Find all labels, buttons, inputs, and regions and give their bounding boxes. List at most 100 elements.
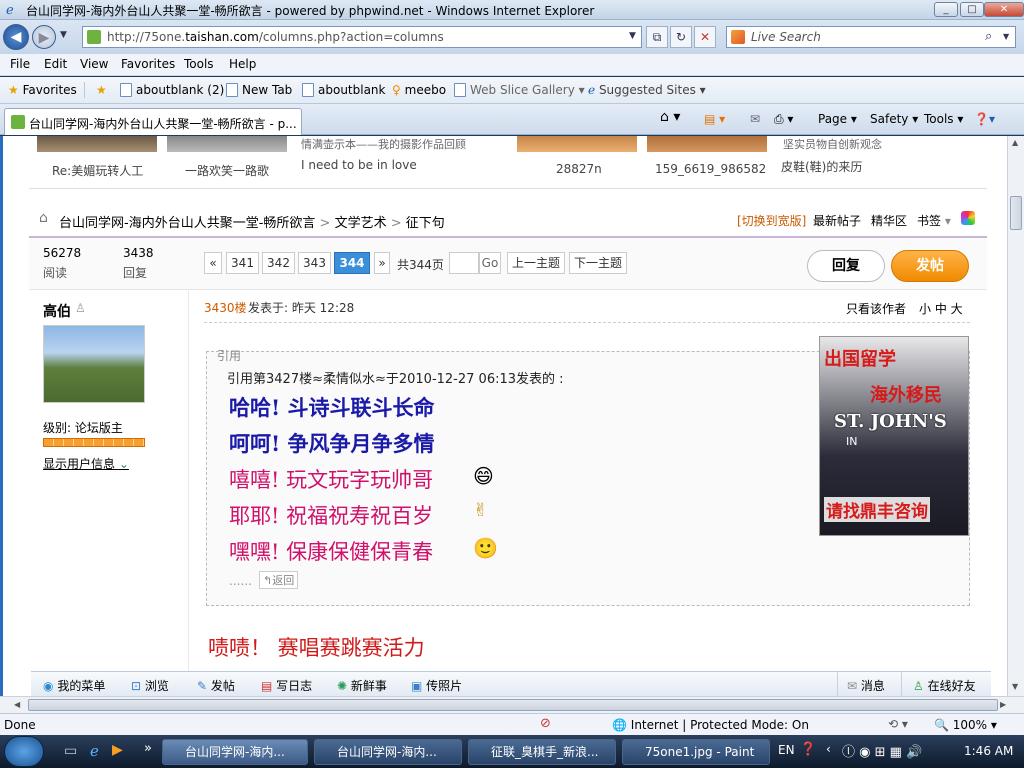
thumb-caption[interactable]: Re:美媚玩转人工 [52, 162, 143, 179]
breadcrumb-topic[interactable]: 征下句 [406, 216, 445, 231]
tools-menu[interactable]: Tools ▾ [924, 112, 963, 126]
tray-arrow-icon[interactable]: ‹ [826, 742, 831, 756]
fav-suggested-sites[interactable]: ℯ Suggested Sites ▾ [588, 83, 706, 97]
reply-button[interactable]: 回复 [807, 250, 885, 282]
new-post-button[interactable]: 发帖 [891, 250, 969, 282]
search-box[interactable]: Live Search ⌕ ▼ [726, 26, 1016, 48]
menu-favorites[interactable]: Favorites [121, 57, 175, 71]
taskbar-item[interactable]: 台山同学网-海内... [162, 739, 308, 765]
start-button[interactable] [4, 736, 44, 767]
left-edge-tab[interactable] [0, 136, 3, 696]
address-url[interactable]: http://75one.taishan.com/columns.php?act… [107, 30, 444, 44]
username[interactable]: 高伯 [43, 301, 71, 321]
write-log-button[interactable]: ▤ 写日志 [261, 677, 312, 694]
media-player-icon[interactable]: ▶ [112, 742, 123, 758]
ie-quicklaunch-icon[interactable]: ℯ [90, 742, 99, 760]
page-link[interactable]: 342 [262, 252, 295, 274]
back-button[interactable]: ◀ [3, 24, 29, 50]
page-current[interactable]: 344 [334, 252, 370, 274]
thumb-caption[interactable]: 28827n [556, 162, 602, 176]
search-icon[interactable]: ⌕ [985, 29, 992, 44]
thumb-caption[interactable]: 159_6619_986582 [655, 162, 766, 176]
page-jump-input[interactable] [449, 252, 479, 274]
switch-wide-link[interactable]: [切换到宽版] [737, 212, 806, 229]
home-icon[interactable]: ⌂ [39, 210, 48, 226]
avatar[interactable] [43, 325, 145, 403]
scroll-thumb[interactable] [28, 699, 998, 711]
compatibility-view-button[interactable]: ⧉ [646, 26, 668, 48]
show-user-info-link[interactable]: 显示用户信息 ⌄ [43, 455, 129, 472]
ad-banner[interactable]: 出国留学 海外移民 ST. JOHN'S IN 请找鼎丰咨询 [819, 336, 969, 536]
forward-button[interactable]: ▶ [32, 25, 56, 49]
read-mail-icon[interactable]: ✉ [750, 112, 760, 126]
help-icon[interactable]: ❓▾ [974, 112, 995, 126]
menu-file[interactable]: File [10, 57, 30, 71]
latest-posts-link[interactable]: 最新帖子 [813, 212, 861, 229]
fav-link-new-tab[interactable]: New Tab [226, 83, 292, 97]
next-topic-button[interactable]: 下一主题 [569, 252, 627, 274]
upload-photo-button[interactable]: ▣ 传照片 [411, 677, 462, 694]
taskbar-item[interactable]: 75one1.jpg - Paint [622, 739, 770, 765]
page-link[interactable]: 341 [226, 252, 259, 274]
author-only-link[interactable]: 只看该作者 [846, 300, 906, 317]
online-friends-button[interactable]: ♙ 在线好友 [913, 677, 976, 694]
thumb-image[interactable] [37, 136, 157, 152]
menu-edit[interactable]: Edit [44, 57, 67, 71]
refresh-button[interactable]: ↻ [670, 26, 692, 48]
browse-button[interactable]: ⊡ 浏览 [131, 677, 169, 694]
thumb-caption[interactable]: 皮鞋(鞋)的来历 [781, 158, 862, 175]
show-desktop-icon[interactable]: ▭ [64, 743, 77, 759]
breadcrumb-section[interactable]: 文学艺术 [335, 216, 387, 231]
menu-tools[interactable]: Tools [184, 57, 214, 71]
page-next-button[interactable]: » [374, 252, 390, 274]
taskbar-item[interactable]: 征联_臭棋手_新浪... [468, 739, 616, 765]
horizontal-scrollbar[interactable]: ◀ ▶ [0, 696, 1024, 713]
menu-view[interactable]: View [80, 57, 108, 71]
breadcrumb-home[interactable]: 台山同学网-海内外台山人共聚一堂-畅所欲言 [59, 216, 315, 231]
language-indicator[interactable]: EN [778, 743, 795, 757]
digest-link[interactable]: 精华区 [871, 212, 907, 229]
favorites-button[interactable]: ★ Favorites [8, 83, 77, 97]
address-bar[interactable]: http://75one.taishan.com/columns.php?act… [82, 26, 642, 48]
my-menu-button[interactable]: ◉ 我的菜单 [43, 677, 105, 694]
security-zone[interactable]: 🌐 Internet | Protected Mode: On [612, 718, 809, 732]
font-size-links[interactable]: 小 中 大 [919, 300, 963, 317]
search-options-icon[interactable]: ▼ [1003, 32, 1009, 41]
minimize-button[interactable]: _ [934, 2, 958, 17]
post-floor[interactable]: 3430楼 [204, 299, 247, 316]
taskbar-item[interactable]: 台山同学网-海内... [314, 739, 462, 765]
page-go-button[interactable]: Go [479, 252, 501, 274]
tab-active[interactable]: 台山同学网-海内外台山人共聚一堂-畅所欲言 - p... [4, 108, 302, 135]
fav-link-aboutblank[interactable]: aboutblank [302, 83, 385, 97]
thumb-image[interactable] [167, 136, 287, 152]
thumb-caption-partial[interactable]: 坚实员物自创新观念 [783, 136, 882, 152]
theme-icon[interactable] [961, 211, 975, 225]
messages-button[interactable]: ✉ 消息 [847, 677, 885, 694]
thumb-image[interactable] [647, 136, 767, 152]
quicklaunch-overflow-icon[interactable]: » [144, 741, 152, 756]
quote-back-link[interactable]: ↰返回 [259, 571, 299, 589]
prev-topic-button[interactable]: 上一主题 [507, 252, 565, 274]
page-link[interactable]: 343 [298, 252, 331, 274]
scroll-thumb[interactable] [1010, 196, 1022, 230]
stop-button[interactable]: ✕ [694, 26, 716, 48]
thumb-caption-partial[interactable]: 情满壶示本——我的摄影作品回顾 [301, 136, 466, 152]
history-dropdown-icon[interactable]: ▼ [60, 30, 67, 40]
add-favorites-icon[interactable]: ★ [96, 83, 107, 97]
page-menu[interactable]: Page ▾ [818, 112, 857, 126]
vertical-scrollbar[interactable]: ▲ ▼ [1007, 136, 1024, 696]
clock[interactable]: 1:46 AM [964, 744, 1013, 758]
privacy-icon[interactable]: ⊘ [540, 716, 551, 731]
print-icon[interactable]: ⎙ ▾ [774, 112, 793, 127]
zoom-control[interactable]: 🔍 100% ▾ [934, 718, 997, 732]
protected-mode-icon[interactable]: ⟲ ▾ [888, 717, 908, 731]
close-window-button[interactable]: ✕ [984, 2, 1024, 17]
post-button[interactable]: ✎ 发帖 [197, 677, 235, 694]
feeds-icon[interactable]: ▤ ▾ [704, 112, 725, 126]
fav-link-meebo[interactable]: ♀ meebo [392, 83, 446, 97]
fav-link-aboutblank-2[interactable]: aboutblank (2) [120, 83, 224, 97]
fav-web-slice-gallery[interactable]: Web Slice Gallery ▾ [454, 83, 585, 97]
thumb-caption[interactable]: 一路欢笑一路歌 [185, 162, 269, 179]
maximize-button[interactable]: □ [960, 2, 984, 17]
menu-help[interactable]: Help [229, 57, 256, 71]
